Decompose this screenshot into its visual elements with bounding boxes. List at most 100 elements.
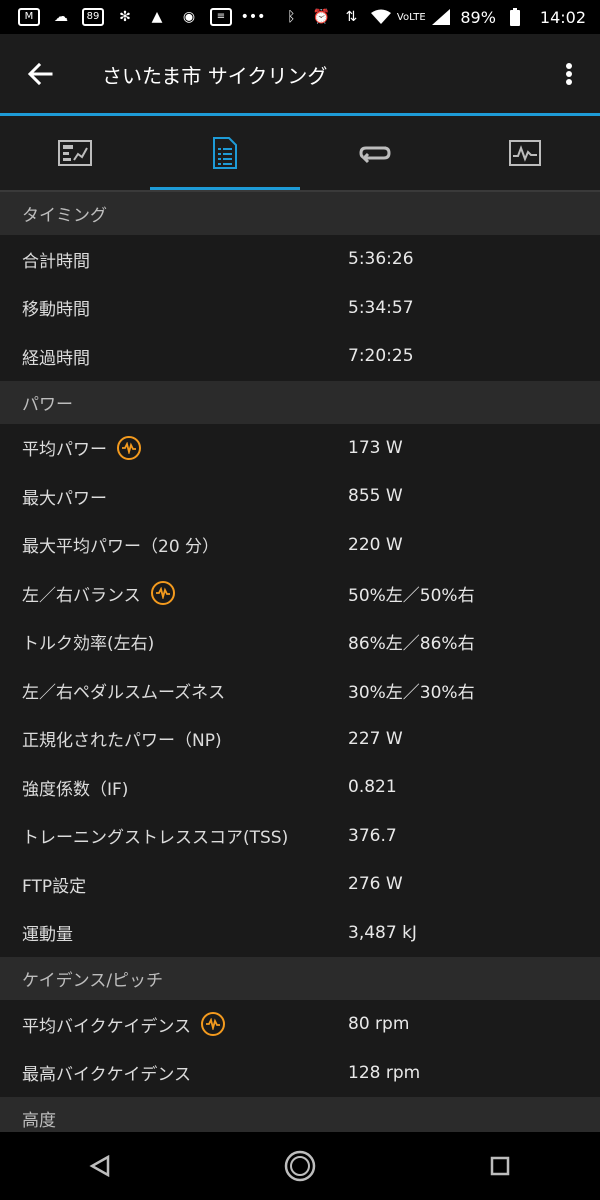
stat-label-wrap: 経過時間 (0, 344, 348, 369)
back-button[interactable] (0, 34, 80, 114)
pinwheel-icon: ✻ (119, 9, 131, 25)
bluetooth-icon: ᛒ (287, 9, 296, 25)
stat-value: 86%左／86%右 (348, 634, 475, 655)
overview-icon (58, 140, 92, 166)
stat-row: FTP設定 276 W (0, 860, 600, 909)
stat-label-wrap: 運動量 (0, 920, 348, 945)
stat-row: 正規化されたパワー（NP) 227 W (0, 714, 600, 763)
stat-value: 50%左／50%右 (348, 585, 475, 606)
tab-charts[interactable] (450, 116, 600, 190)
tab-laps[interactable] (300, 116, 450, 190)
stat-label-wrap: 最高バイクケイデンス (0, 1060, 348, 1085)
stat-row: 平均バイクケイデンス 80 rpm (0, 1000, 600, 1049)
news-icon: ≡ (210, 8, 232, 26)
power-meter-icon (122, 441, 136, 454)
stat-label: 平均バイクケイデンス (22, 1016, 191, 1037)
stat-label: トルク効率(左右) (22, 634, 155, 655)
power-meter-badge (150, 581, 175, 606)
stat-value: 80 rpm (348, 1014, 410, 1035)
nav-home-button[interactable] (260, 1132, 340, 1200)
signal-icon (430, 8, 452, 26)
stat-value: 0.821 (348, 777, 397, 798)
stat-row: 強度係数（IF) 0.821 (0, 763, 600, 812)
stat-row: 左／右ペダルスムーズネス 30%左／30%右 (0, 666, 600, 715)
stat-label: 最大パワー (22, 488, 107, 509)
stat-row: 左／右バランス 50%左／50%右 (0, 569, 600, 618)
stat-value: 128 rpm (348, 1062, 421, 1083)
stat-label: トレーニングストレススコア(TSS) (22, 828, 289, 849)
power-meter-icon (155, 587, 170, 600)
stat-row: トルク効率(左右) 86%左／86%右 (0, 617, 600, 666)
nav-recents-button[interactable] (460, 1132, 540, 1200)
overflow-menu-button[interactable] (538, 34, 600, 114)
square-recents-icon (490, 1156, 510, 1176)
section-header: ケイデンス/ピッチ (0, 957, 600, 1000)
stat-row: トレーニングストレススコア(TSS) 376.7 (0, 811, 600, 860)
tab-stats[interactable] (150, 116, 300, 190)
stat-value: 376.7 (348, 825, 397, 846)
system-nav-bar (0, 1132, 600, 1200)
stat-row: 経過時間 7:20:25 (0, 332, 600, 381)
stat-label: 左／右ペダルスムーズネス (22, 682, 226, 703)
stat-label: 強度係数（IF) (22, 779, 129, 800)
arrow-left-icon (27, 62, 53, 86)
stat-label-wrap: 移動時間 (0, 295, 348, 320)
stat-label: FTP設定 (22, 876, 87, 897)
weather-icon: ☁ (54, 9, 68, 25)
stats-list: タイミング 合計時間 5:36:26 移動時間 5:34:57 経過時間 7:20:25 パワ… (0, 192, 600, 1140)
stat-row: 最大パワー 855 W (0, 472, 600, 521)
stat-value: 5:34:57 (348, 297, 414, 318)
stat-label-wrap: 平均パワー (0, 435, 348, 460)
stat-label-wrap: トレーニングストレススコア(TSS) (0, 823, 348, 848)
stat-row: 合計時間 5:36:26 (0, 235, 600, 284)
tab-bar (0, 116, 600, 190)
power-meter-badge (200, 1012, 225, 1037)
stat-label-wrap: FTP設定 (0, 872, 348, 897)
stat-label: 平均パワー (22, 440, 107, 461)
volte-icon: VoLTE (396, 11, 426, 23)
stat-label-wrap: 合計時間 (0, 247, 348, 272)
stat-value: 5:36:26 (348, 249, 414, 270)
data-icon: ⇅ (345, 9, 358, 25)
status-bar: M ☁ 89 ✻ ▲ ◉ ≡ ••• ᛒ ⏰ ⇅ VoLTE 89% 14:02 (0, 0, 600, 34)
stat-label-wrap: 左／右ペダルスムーズネス (0, 678, 348, 703)
stat-value: 3,487 kJ (348, 922, 417, 943)
more-vert-icon (566, 63, 572, 85)
app-bar: さいたま市 サイクリング (0, 34, 600, 114)
calendar-icon: 89 (82, 8, 104, 26)
power-meter-icon (205, 1018, 220, 1031)
stat-label-wrap: 平均バイクケイデンス (0, 1012, 348, 1037)
stat-row: 平均パワー 173 W (0, 423, 600, 472)
stat-label-wrap: 正規化されたパワー（NP) (0, 726, 348, 751)
stat-label: 正規化されたパワー（NP) (22, 731, 222, 752)
stat-label: 左／右バランス (22, 585, 141, 606)
section-header: パワー (0, 380, 600, 424)
stat-value: 7:20:25 (348, 346, 414, 367)
nav-back-button[interactable] (60, 1132, 140, 1200)
stat-label: 合計時間 (22, 251, 90, 272)
battery-icon (504, 8, 526, 26)
alarm-icon: ⏰ (312, 9, 331, 25)
stat-value: 30%左／30%右 (348, 682, 475, 703)
stat-label-wrap: 最大平均パワー（20 分） (0, 532, 348, 557)
garmin-icon: ▲ (151, 9, 163, 25)
stat-value: 220 W (348, 534, 403, 555)
page-title: さいたま市 サイクリング (102, 63, 328, 88)
stat-label: 移動時間 (22, 300, 90, 321)
laps-icon (359, 146, 391, 164)
triangle-back-icon (89, 1155, 110, 1177)
stat-label-wrap: 強度係数（IF) (0, 775, 348, 800)
stat-row: 最高バイクケイデンス 128 rpm (0, 1048, 600, 1097)
stat-label-wrap: 最大パワー (0, 484, 348, 509)
system-icons: ᛒ ⏰ ⇅ VoLTE 89% 14:02 (280, 0, 586, 34)
stat-value: 855 W (348, 486, 403, 507)
tab-overview[interactable] (0, 116, 150, 190)
section-header: タイミング (0, 192, 600, 235)
power-meter-badge (117, 435, 141, 460)
compass-icon: ◉ (182, 9, 196, 25)
wifi-icon (370, 8, 392, 26)
gmail-icon: M (18, 8, 40, 26)
stat-row: 最大平均パワー（20 分） 220 W (0, 520, 600, 569)
battery-percent: 89% (460, 7, 496, 27)
stat-label: 最大平均パワー（20 分） (22, 537, 220, 558)
